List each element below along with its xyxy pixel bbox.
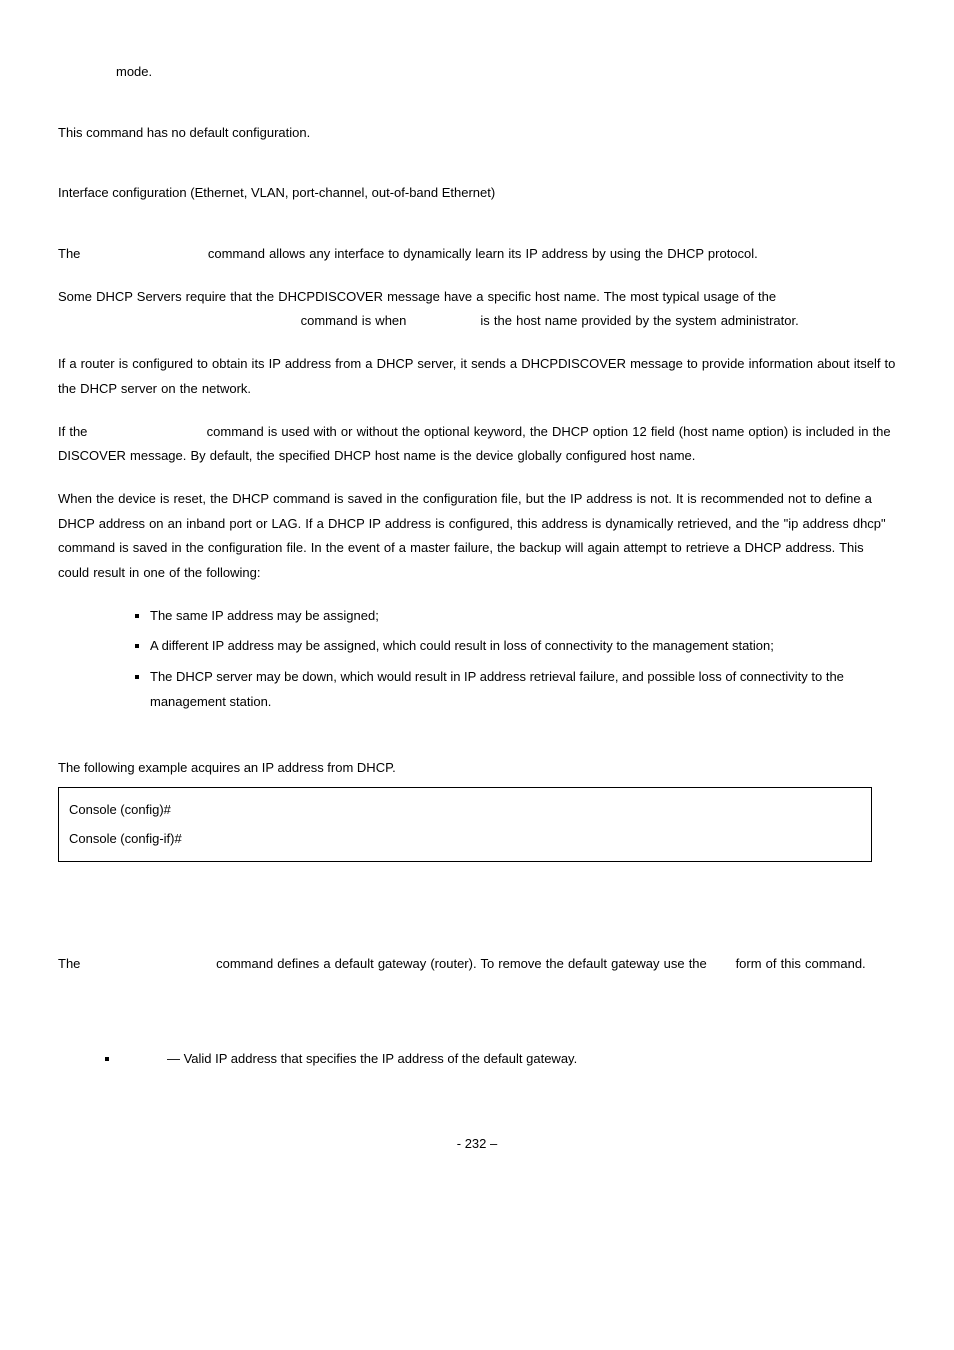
text-fragment: The (58, 956, 80, 971)
param-text: — Valid IP address that specifies the IP… (167, 1051, 577, 1066)
user-guidelines-block: The command allows any interface to dyna… (58, 242, 896, 586)
text-fragment: command is used with or without the opti… (58, 424, 891, 464)
code-line: Console (config-if)# (69, 825, 861, 854)
example-block: The following example acquires an IP add… (58, 756, 896, 862)
text-fragment: The (58, 246, 80, 261)
gateway-paragraph: The command defines a default gateway (r… (58, 952, 896, 977)
list-item: — Valid IP address that specifies the IP… (120, 1047, 896, 1072)
result-bullets: The same IP address may be assigned; A d… (58, 604, 896, 721)
list-item: The DHCP server may be down, which would… (150, 665, 896, 720)
page-number: - 232 – (58, 1132, 896, 1157)
gateway-block: The command defines a default gateway (r… (58, 952, 896, 977)
list-item: The same IP address may be assigned; (150, 604, 896, 635)
example-intro: The following example acquires an IP add… (58, 756, 896, 781)
code-box: Console (config)# Console (config-if)# (58, 787, 872, 862)
ug-paragraph-5: When the device is reset, the DHCP comma… (58, 487, 896, 586)
mode-line: mode. (116, 60, 896, 85)
command-mode-text: Interface configuration (Ethernet, VLAN,… (58, 181, 896, 206)
ug-paragraph-3: If a router is configured to obtain its … (58, 352, 896, 401)
ug-paragraph-4: If the command is used with or without t… (58, 420, 896, 469)
text-fragment: command allows any interface to dynamica… (208, 246, 758, 261)
text-fragment: command defines a default gateway (route… (216, 956, 707, 971)
list-item: A different IP address may be assigned, … (150, 634, 896, 665)
ug-paragraph-2: Some DHCP Servers require that the DHCPD… (58, 285, 896, 334)
text-fragment: command is when (301, 313, 407, 328)
text-fragment: Some DHCP Servers require that the DHCPD… (58, 289, 776, 304)
text-fragment: form of this command. (736, 956, 866, 971)
param-bullets: — Valid IP address that specifies the IP… (58, 1047, 896, 1072)
text-fragment: If the (58, 424, 87, 439)
page-content: mode. This command has no default config… (0, 0, 954, 1197)
default-configuration-text: This command has no default configuratio… (58, 121, 896, 146)
text-fragment: is the host name provided by the system … (480, 313, 798, 328)
code-line: Console (config)# (69, 796, 861, 825)
ug-paragraph-1: The command allows any interface to dyna… (58, 242, 896, 267)
